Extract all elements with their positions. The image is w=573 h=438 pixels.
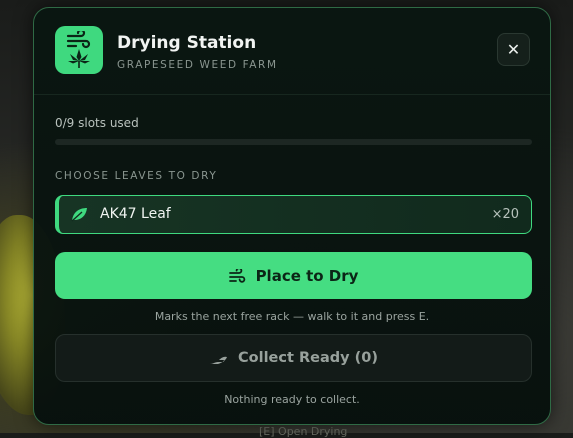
panel-subtitle: GRAPESEED WEED FARM: [117, 59, 278, 71]
place-hint-text: Marks the next free rack — walk to it an…: [154, 310, 430, 323]
background-interaction-prompt: [E] Open Drying: [259, 425, 348, 438]
drying-station-panel: Drying Station GRAPESEED WEED FARM ✕ 0/9…: [33, 7, 551, 425]
leaf-quantity: ×20: [491, 207, 519, 222]
cannabis-leaf-icon: [68, 49, 90, 68]
drying-station-icon: [55, 26, 103, 74]
collect-ready-label: Collect Ready (0): [238, 350, 378, 366]
collect-status-text: Nothing ready to collect.: [224, 393, 360, 406]
leaf-icon: [71, 207, 88, 226]
slots-used-label: 0/9 slots used: [55, 116, 139, 130]
panel-title: Drying Station: [117, 33, 257, 53]
choose-leaves-label: CHOOSE LEAVES TO DRY: [55, 170, 218, 182]
hand-icon: [210, 356, 228, 364]
leaf-option-ak47[interactable]: AK47 Leaf ×20: [55, 195, 532, 234]
leaf-name: AK47 Leaf: [100, 206, 171, 222]
wind-icon: [66, 31, 91, 49]
collect-ready-button[interactable]: Collect Ready (0): [55, 334, 532, 382]
panel-header: Drying Station GRAPESEED WEED FARM ✕: [34, 8, 550, 95]
place-to-dry-button[interactable]: Place to Dry: [55, 252, 532, 299]
wind-icon: [228, 268, 245, 283]
slots-progress-bar: [55, 139, 532, 145]
close-button[interactable]: ✕: [497, 33, 530, 66]
place-to-dry-label: Place to Dry: [255, 266, 359, 285]
close-icon: ✕: [506, 40, 521, 59]
